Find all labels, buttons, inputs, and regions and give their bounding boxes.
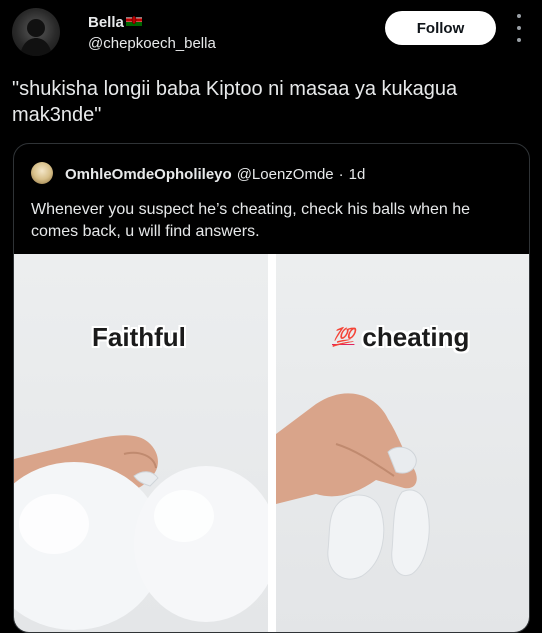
quoted-timestamp[interactable]: 1d bbox=[349, 166, 366, 183]
tweet-text: "shukisha longii baba Kiptoo ni masaa ya… bbox=[12, 78, 463, 126]
author-handle[interactable]: @chepkoech_bella bbox=[88, 35, 216, 52]
kenya-flag-icon bbox=[125, 13, 142, 31]
faithful-caption: Faithful bbox=[92, 322, 186, 352]
quoted-tweet-text: Whenever you suspect he’s cheating, chec… bbox=[31, 201, 471, 240]
media-panel-faithful[interactable]: Faithful bbox=[14, 254, 268, 632]
follow-button[interactable]: Follow bbox=[385, 11, 496, 45]
author-name[interactable]: Bella bbox=[88, 14, 124, 31]
cheating-caption: cheating bbox=[362, 322, 470, 352]
balloons-inflated-image bbox=[14, 435, 268, 630]
silhouette-icon bbox=[20, 19, 52, 56]
quoted-media[interactable]: Faithful 💯 cheating bbox=[14, 254, 529, 632]
more-options-icon[interactable] bbox=[509, 14, 529, 42]
balloons-deflated-image bbox=[276, 393, 430, 580]
quoted-author-handle[interactable]: @LoenzOmde bbox=[237, 166, 334, 183]
quoted-tweet-card[interactable]: OmhleOmdeOpholileyo @LoenzOmde · 1d When… bbox=[13, 143, 530, 633]
media-panel-cheating[interactable]: 💯 cheating bbox=[276, 254, 529, 632]
quoted-author-avatar[interactable] bbox=[31, 162, 53, 184]
hundred-points-icon: 💯 bbox=[332, 327, 355, 347]
media-divider bbox=[268, 254, 276, 632]
quoted-author-name[interactable]: OmhleOmdeOpholileyo bbox=[65, 166, 232, 183]
author-avatar[interactable] bbox=[12, 8, 60, 56]
dot-separator: · bbox=[338, 166, 344, 183]
